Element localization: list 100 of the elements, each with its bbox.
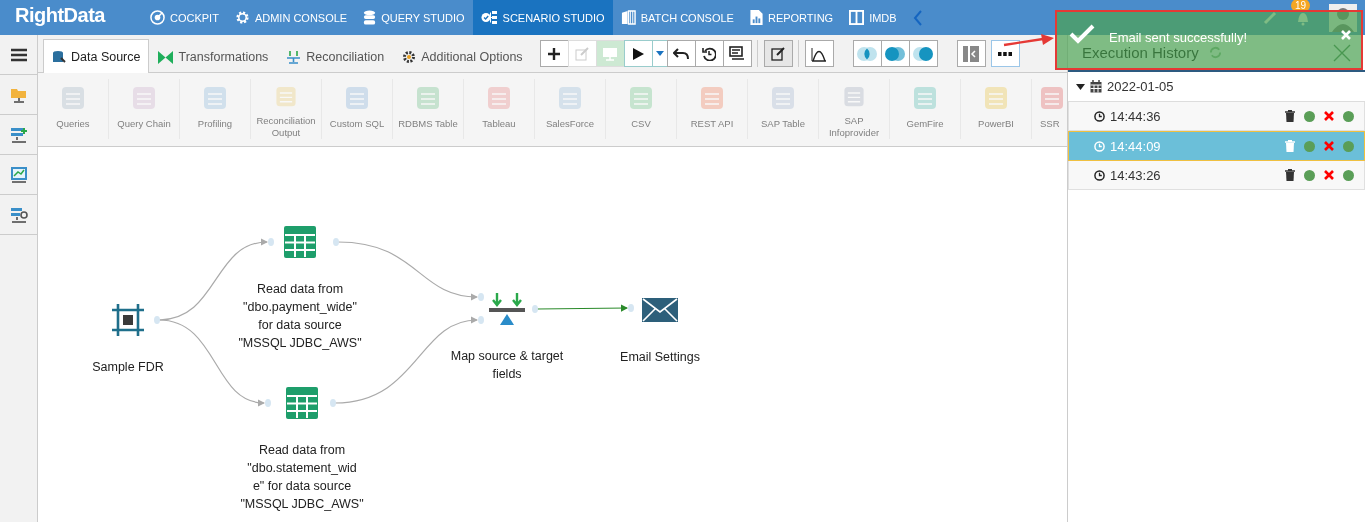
add-source-icon[interactable] <box>9 125 28 144</box>
source-type-label[interactable]: Profiling <box>180 118 250 130</box>
columns-icon <box>849 10 865 25</box>
cross-icon[interactable] <box>1324 111 1334 121</box>
balance-icon <box>286 50 302 64</box>
nav-item[interactable]: QUERY STUDIO <box>355 0 473 35</box>
source-type-icon[interactable] <box>771 86 795 110</box>
source-type-label[interactable]: Queries <box>38 118 108 130</box>
nav-item[interactable]: SCENARIO STUDIO <box>472 0 613 35</box>
trash-icon[interactable] <box>1285 110 1295 122</box>
venn-icon <box>911 45 936 62</box>
port-handle[interactable] <box>268 238 274 246</box>
source-type-label[interactable]: SAP Table <box>748 118 818 130</box>
source-type-label[interactable]: PowerBI <box>961 118 1031 130</box>
source-type-icon[interactable] <box>842 86 866 107</box>
source-type-icon[interactable] <box>203 86 227 110</box>
source-type-label[interactable]: Custom SQL <box>322 118 392 130</box>
nav-item[interactable]: ADMIN CONSOLE <box>226 0 356 35</box>
source-type-icon[interactable] <box>558 86 582 110</box>
plus-icon <box>547 46 562 61</box>
source-type-label[interactable]: Query Chain <box>109 118 179 130</box>
source-type-icon[interactable] <box>345 86 369 110</box>
edit-mode-button[interactable] <box>763 40 793 67</box>
status-dot-icon <box>1343 110 1354 122</box>
history-button[interactable] <box>694 40 724 67</box>
chart-screen-icon[interactable] <box>9 165 28 184</box>
source-type-icon[interactable] <box>629 86 653 110</box>
source-type-icon[interactable] <box>700 86 724 110</box>
tab[interactable]: Reconciliation <box>277 40 394 73</box>
merge-icon[interactable] <box>488 292 526 326</box>
source-settings-icon[interactable] <box>9 205 28 224</box>
run-button[interactable] <box>623 40 653 67</box>
nav-item[interactable]: REPORTING <box>741 0 842 35</box>
source-type-icon[interactable] <box>913 86 937 110</box>
connector-line[interactable] <box>536 304 629 312</box>
full-join-button[interactable] <box>880 40 910 67</box>
source-type-label[interactable]: RDBMS Table <box>393 118 463 130</box>
node-label: Sample FDR <box>92 359 164 376</box>
source-type-label[interactable]: Reconciliation Output <box>251 115 321 139</box>
source-type-label[interactable]: CSV <box>606 118 676 130</box>
screen-icon <box>729 45 746 62</box>
report-icon <box>749 10 763 25</box>
source-type-icon[interactable] <box>416 86 440 110</box>
nav-item[interactable]: COCKPIT <box>142 0 227 35</box>
envelope-icon[interactable] <box>641 297 679 323</box>
panel-title: Execution History <box>1082 44 1199 61</box>
source-type-icon[interactable] <box>487 86 511 110</box>
source-type-label[interactable]: Tableau <box>464 118 534 130</box>
tab[interactable]: Data Source <box>43 39 150 73</box>
port-handle[interactable] <box>333 238 339 246</box>
menu-icon[interactable] <box>10 47 27 62</box>
deploy-button[interactable] <box>722 40 752 67</box>
app-logo[interactable]: RightData <box>0 0 130 35</box>
source-type-label[interactable]: REST API <box>677 118 747 130</box>
port-handle[interactable] <box>330 399 336 407</box>
right-join-button[interactable] <box>908 40 938 67</box>
port-handle[interactable] <box>478 316 484 324</box>
run-item[interactable]: 14:44:36 <box>1068 102 1365 131</box>
undo-button[interactable] <box>666 40 696 67</box>
inner-join-button[interactable] <box>852 40 882 67</box>
edit-icon <box>575 46 590 61</box>
cross-icon[interactable] <box>1324 141 1334 151</box>
source-type-label[interactable]: SAP Infoprovider <box>819 115 889 139</box>
add-button[interactable] <box>539 40 569 67</box>
tab[interactable]: Additional Options <box>393 40 532 73</box>
run-item[interactable]: 14:43:26 <box>1068 161 1365 190</box>
bell-curve-icon <box>811 45 828 62</box>
database-icon <box>363 10 377 25</box>
trash-icon[interactable] <box>1285 169 1295 181</box>
port-handle[interactable] <box>154 316 160 324</box>
port-handle[interactable] <box>532 305 538 313</box>
source-type-label[interactable]: GemFire <box>890 118 960 130</box>
source-type-icon[interactable] <box>274 86 298 107</box>
tab[interactable]: Transformations <box>149 40 278 73</box>
flow-icon <box>480 10 498 25</box>
table-icon[interactable] <box>283 225 317 259</box>
distribution-button[interactable] <box>804 40 834 67</box>
port-handle[interactable] <box>628 304 634 312</box>
close-icon[interactable] <box>1341 30 1351 40</box>
nav-item[interactable]: BATCH CONSOLE <box>612 0 742 35</box>
port-handle[interactable] <box>265 399 271 407</box>
nav-item[interactable]: IMDB <box>841 0 905 35</box>
check-icon <box>1069 24 1095 44</box>
source-type-label[interactable]: SSR <box>1040 118 1060 130</box>
undo-icon <box>673 46 690 61</box>
run-item[interactable]: 14:44:09 <box>1068 131 1365 161</box>
collapse-icon[interactable] <box>912 9 923 26</box>
more-button[interactable] <box>990 40 1020 67</box>
play-icon <box>631 46 646 61</box>
port-handle[interactable] <box>478 293 484 301</box>
crosshair-square-icon[interactable] <box>110 302 146 338</box>
source-type-icon[interactable] <box>132 86 156 110</box>
source-type-icon[interactable] <box>61 86 85 110</box>
source-type-icon[interactable] <box>984 86 1008 110</box>
venn-icon <box>883 45 908 62</box>
source-type-label[interactable]: SalesForce <box>535 118 605 130</box>
annotation-arrow <box>1003 34 1055 48</box>
cross-icon[interactable] <box>1324 170 1334 180</box>
table-icon[interactable] <box>285 386 319 420</box>
caret-icon[interactable] <box>1076 82 1085 91</box>
